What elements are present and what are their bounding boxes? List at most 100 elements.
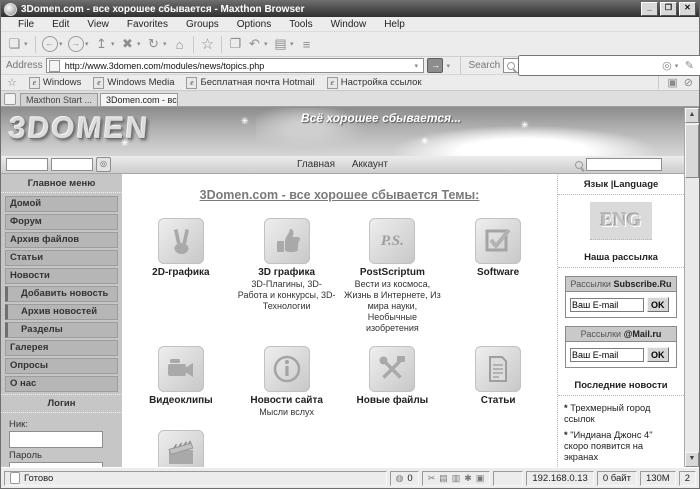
subscribe-ru-email-input[interactable] (570, 298, 644, 312)
sidebar-item-articles[interactable]: Статьи (5, 250, 118, 266)
new-window-icon[interactable]: ❐ (226, 35, 245, 54)
sidebar-item-gallery[interactable]: Галерея (5, 340, 118, 356)
filter-icon[interactable]: ▥ (452, 473, 461, 484)
layout-list-icon[interactable]: ≡ (297, 35, 316, 54)
new-page-dropdown[interactable]: ▾ (24, 40, 31, 48)
links-star-icon[interactable]: ☆ (7, 76, 17, 89)
tab-list-icon[interactable] (4, 93, 16, 105)
sidebar-item-home[interactable]: Домой (5, 196, 118, 212)
scrollbar-thumb[interactable] (685, 124, 699, 178)
go-dropdown[interactable]: ▾ (446, 62, 453, 70)
undo-dropdown[interactable]: ▾ (264, 40, 271, 48)
quick-go-button[interactable]: ◎ (96, 157, 111, 172)
latest-news-title: Последние новости (558, 375, 684, 396)
nick-input[interactable] (9, 431, 103, 448)
up-icon[interactable]: ↥ (92, 35, 111, 54)
up-dropdown[interactable]: ▾ (111, 40, 118, 48)
stop-icon[interactable]: ✖ (118, 35, 137, 54)
search-input[interactable] (518, 55, 700, 76)
url-dropdown[interactable]: ▾ (414, 62, 421, 70)
sidebar-item-file-archive[interactable]: Архив файлов (5, 232, 118, 248)
language-eng-button[interactable]: ENG (590, 202, 652, 240)
tab-maxthon-start[interactable]: Maxthon Start ... (20, 93, 98, 106)
popup-blocker-icon[interactable]: ▤ (439, 473, 448, 484)
menu-edit[interactable]: Edit (43, 19, 78, 30)
menu-file[interactable]: File (9, 19, 43, 30)
subscribe-ru-ok-button[interactable]: OK (647, 297, 669, 312)
quick-password-input[interactable] (51, 158, 93, 171)
site-banner[interactable]: 3DOMEN Всё хорошее сбывается... ✳ ✳ ✳ ✳ (1, 108, 684, 156)
refresh-icon[interactable]: ↻ (144, 35, 163, 54)
sidebar-item-forum[interactable]: Форум (5, 214, 118, 230)
topic-site-news[interactable]: Новости сайта Мысли вслух (234, 346, 340, 418)
topic-new-files[interactable]: Новые файлы (340, 346, 446, 418)
forward-dropdown[interactable]: ▾ (85, 40, 92, 48)
news-link[interactable]: Трехмерный город ссылок (564, 403, 678, 425)
url-input[interactable] (63, 59, 415, 72)
main-menu: Домой Форум Архив файлов Статьи Новости … (1, 193, 122, 392)
menu-options[interactable]: Options (228, 19, 280, 30)
link-hotmail[interactable]: eБесплатная почта Hotmail (186, 77, 314, 89)
minimize-button[interactable]: _ (641, 2, 658, 16)
mail-ru-ok-button[interactable]: OK (647, 347, 669, 362)
favorites-star-icon[interactable]: ☆ (198, 35, 217, 54)
sidebar-item-news-archive[interactable]: Архив новостей (5, 304, 118, 320)
page-mode-icon[interactable]: ▣ (476, 473, 485, 484)
sidebar-item-sections[interactable]: Разделы (5, 322, 118, 338)
go-button[interactable]: → (427, 58, 443, 73)
close-button[interactable]: ✕ (679, 2, 696, 16)
topic-3d-graphics[interactable]: 3D графика 3D-Плагины, 3D-Работа и конку… (234, 218, 340, 334)
home-icon[interactable]: ⌂ (170, 35, 189, 54)
proxy-icon[interactable]: ✂ (428, 473, 436, 484)
topic-articles[interactable]: Статьи (445, 346, 551, 418)
topic-postscriptum[interactable]: P.S. PostScriptum Вести из космоса, Жизн… (340, 218, 446, 334)
topic-software[interactable]: Software (445, 218, 551, 334)
back-icon[interactable]: ← (40, 35, 59, 54)
menu-view[interactable]: View (78, 19, 118, 30)
stop-dropdown[interactable]: ▾ (137, 40, 144, 48)
pencil-icon[interactable]: ✎ (685, 59, 694, 72)
downloads-segment[interactable]: ◍ 0 (390, 471, 419, 486)
subscribe-prefix: Рассылки (581, 329, 621, 339)
toolbar-separator (193, 36, 194, 53)
nav-home-link[interactable]: Главная (297, 159, 335, 170)
undo-icon[interactable]: ↶ (245, 35, 264, 54)
quick-login-input[interactable] (6, 158, 48, 171)
highlight-icon[interactable]: ◎ (662, 59, 672, 72)
sidebar-item-news[interactable]: Новости (5, 268, 118, 284)
menu-favorites[interactable]: Favorites (118, 19, 177, 30)
site-search-input[interactable] (586, 158, 662, 171)
scroll-down-icon[interactable]: ▼ (685, 452, 699, 467)
page-scrollbar[interactable]: ▲ ▼ (684, 108, 699, 467)
panel-icon[interactable]: ▣ (667, 76, 677, 89)
groups-icon[interactable]: ▤ (271, 35, 290, 54)
news-link[interactable]: "Индиана Джонс 4" скоро появится на экра… (564, 430, 678, 463)
forward-icon[interactable]: → (66, 35, 85, 54)
highlight-dropdown[interactable]: ▾ (675, 62, 682, 70)
new-page-icon[interactable]: ❏ (5, 35, 24, 54)
scroll-up-icon[interactable]: ▲ (685, 108, 699, 123)
refresh-dropdown[interactable]: ▾ (163, 40, 170, 48)
restore-button[interactable]: ❐ (660, 2, 677, 16)
link-windows-media[interactable]: eWindows Media (93, 77, 174, 89)
scrollbar-track[interactable] (685, 178, 699, 452)
topic-digital-video[interactable]: Цифровое видео (128, 430, 234, 467)
topic-videoclips[interactable]: Видеоклипы (128, 346, 234, 418)
back-dropdown[interactable]: ▾ (59, 40, 66, 48)
tab-3domen[interactable]: 3Domen.com - вс... (100, 93, 178, 106)
menu-groups[interactable]: Groups (177, 19, 228, 30)
plugin-icon[interactable]: ✱ (464, 473, 472, 484)
topic-2d-graphics[interactable]: 2D-графика (128, 218, 234, 334)
sidebar-item-add-news[interactable]: Добавить новость (5, 286, 118, 302)
block-icon[interactable]: ⊘ (684, 76, 693, 89)
mail-ru-email-input[interactable] (570, 348, 644, 362)
groups-dropdown[interactable]: ▾ (290, 40, 297, 48)
menu-help[interactable]: Help (375, 19, 414, 30)
menu-tools[interactable]: Tools (280, 19, 321, 30)
nav-account-link[interactable]: Аккаунт (352, 159, 388, 170)
sidebar-item-polls[interactable]: Опросы (5, 358, 118, 374)
sidebar-item-about[interactable]: О нас (5, 376, 118, 392)
menu-window[interactable]: Window (322, 19, 376, 30)
link-windows[interactable]: eWindows (29, 77, 82, 89)
link-customize[interactable]: eНастройка ссылок (327, 77, 422, 89)
